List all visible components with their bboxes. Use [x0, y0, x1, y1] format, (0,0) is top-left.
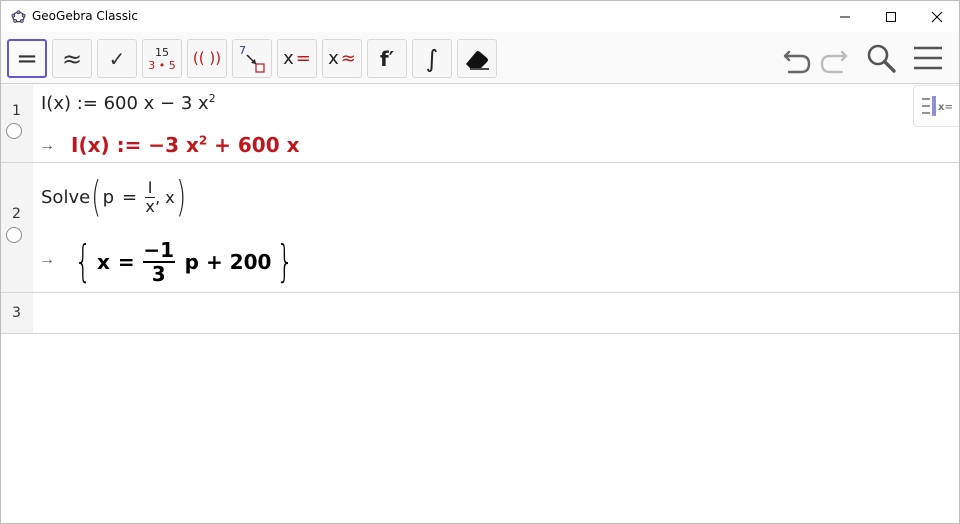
output-fraction-denominator: 3 [151, 262, 166, 286]
output-variable: x [97, 250, 110, 274]
maximize-icon [886, 11, 896, 22]
row-number-cell: 1 [1, 85, 33, 162]
solve-numerically-button[interactable]: x ≈ [322, 39, 362, 78]
row-number-cell: 2 [1, 163, 33, 292]
row-output: I(x) := −3 x2 + 600 x [71, 133, 300, 157]
row-input[interactable]: I(x) := 600 x − 3 x2 [41, 93, 216, 114]
input-expression: I(x) := 600 x − 3 x [41, 93, 209, 114]
cas-row-3[interactable]: 3 [1, 293, 959, 334]
fraction-denominator: x [145, 196, 155, 216]
row-input[interactable]: Solve ( p = I x , x ) [41, 172, 187, 222]
left-brace-icon: { [74, 236, 92, 287]
row-number: 1 [12, 103, 21, 119]
factor-top-label: 15 [155, 45, 169, 59]
redo-icon [820, 50, 848, 74]
right-paren-icon: ) [176, 172, 186, 221]
nsolve-var-label: x [328, 48, 339, 69]
search-button[interactable] [864, 40, 898, 76]
minimize-button[interactable] [822, 1, 868, 32]
undo-button[interactable] [781, 40, 813, 76]
check-icon: ✓ [108, 46, 126, 71]
output-exponent: 2 [198, 133, 208, 148]
hamburger-menu-icon [914, 46, 942, 70]
app-window: GeoGebra Classic = ≈ ✓ 15 3 • 5 (( )) 7 … [0, 0, 960, 524]
input-exponent: 2 [208, 92, 216, 105]
row-number: 3 [12, 305, 21, 321]
numeric-button[interactable]: ≈ [52, 39, 92, 78]
undo-icon [783, 50, 811, 74]
solve-var-label: x [283, 48, 294, 69]
solve-tail: , x [155, 187, 175, 207]
integral-icon: ∫ [425, 44, 439, 73]
window-title: GeoGebra Classic [32, 9, 138, 23]
expand-button[interactable]: (( )) [187, 39, 227, 78]
solve-function-name: Solve [41, 186, 91, 208]
row-number: 2 [12, 206, 21, 222]
solve-variable-p: p [102, 186, 114, 208]
title-bar: GeoGebra Classic [1, 1, 959, 32]
cas-row-1[interactable]: 1 I(x) := 600 x − 3 x2 → I(x) := −3 x2 +… [1, 85, 959, 163]
row-visibility-toggle[interactable] [6, 123, 22, 139]
keep-input-button[interactable]: ✓ [97, 39, 137, 78]
output-expression: I(x) := −3 x [71, 133, 199, 157]
maximize-button[interactable] [868, 1, 914, 32]
evaluate-button[interactable]: = [7, 39, 47, 78]
cas-row-2[interactable]: 2 Solve ( p = I x , x ) → { x = −1 3 p +… [1, 163, 959, 293]
algebra-description-icon: x= [921, 96, 953, 116]
substitute-number-label: 7 [239, 44, 246, 57]
left-paren-icon: ( [91, 172, 102, 221]
factor-bottom-label: 3 • 5 [148, 58, 176, 72]
parentheses-icon: (( )) [192, 49, 222, 67]
search-icon [867, 44, 896, 73]
solve-equals-icon: = [295, 48, 311, 69]
substitute-button[interactable]: 7 [232, 39, 272, 78]
derivative-button[interactable]: f′ [367, 39, 407, 78]
empty-input-cell[interactable] [33, 293, 959, 333]
derivative-icon: f′ [380, 46, 394, 71]
minimize-icon [840, 16, 850, 17]
approx-icon: ≈ [61, 44, 83, 73]
row-visibility-toggle[interactable] [6, 227, 22, 243]
right-brace-icon: } [277, 236, 294, 287]
output-tail: p + 200 [184, 250, 272, 274]
row-number-cell: 3 [1, 293, 33, 333]
geogebra-logo-icon [11, 10, 26, 23]
factor-number-button[interactable]: 15 3 • 5 [142, 39, 182, 78]
close-button[interactable] [914, 1, 960, 32]
style-bar-toggle[interactable]: x= [913, 85, 959, 127]
output-arrow-icon: → [39, 137, 55, 154]
row-output: { x = −1 3 p + 200 } [69, 233, 299, 291]
cas-toolbar: = ≈ ✓ 15 3 • 5 (( )) 7 x = x ≈ f′ ∫ [1, 32, 959, 84]
output-arrow-icon: → [39, 251, 55, 268]
output-expression-tail: + 600 x [207, 133, 300, 157]
redo-button[interactable] [818, 40, 850, 76]
integral-button[interactable]: ∫ [412, 39, 452, 78]
svg-text:x=: x= [938, 102, 953, 113]
output-equals-sign: = [117, 250, 135, 274]
nsolve-approx-icon: ≈ [340, 48, 356, 69]
solve-button[interactable]: x = [277, 39, 317, 78]
substitute-icon: 7 [239, 44, 265, 73]
equals-icon: = [16, 43, 38, 74]
delete-button[interactable] [457, 39, 497, 78]
solve-equals-sign: = [122, 186, 138, 208]
eraser-icon [466, 50, 489, 70]
main-menu-button[interactable] [911, 40, 945, 76]
cas-view: 1 I(x) := 600 x − 3 x2 → I(x) := −3 x2 +… [1, 85, 959, 523]
fraction-numerator: I [147, 177, 153, 197]
output-fraction-numerator: −1 [143, 238, 175, 262]
output-fraction: −1 3 [142, 238, 175, 286]
fraction: I x [145, 177, 156, 216]
close-icon [931, 11, 943, 22]
